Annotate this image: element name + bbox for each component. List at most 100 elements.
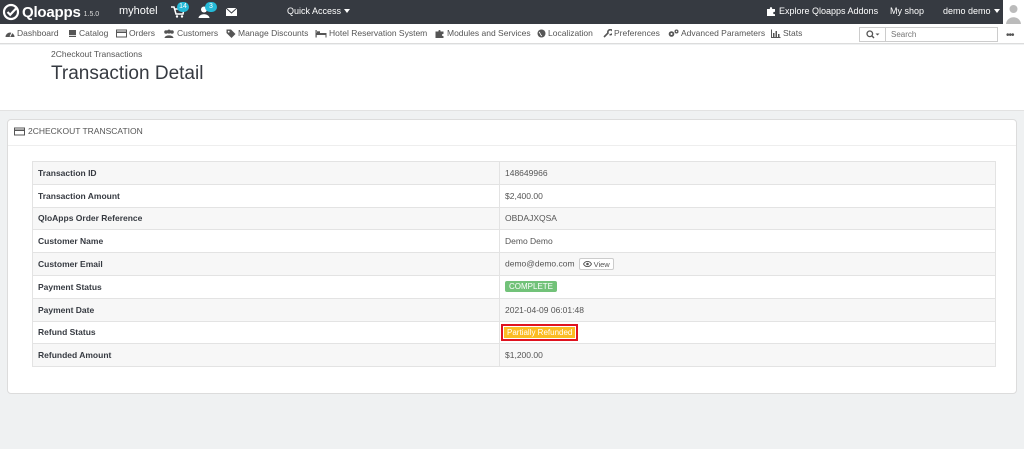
nav-item-preferences[interactable]: Preferences bbox=[603, 28, 660, 38]
quick-access-dropdown[interactable]: Quick Access bbox=[287, 6, 351, 16]
table-row: Payment Date 2021-04-09 06:01:48 bbox=[32, 297, 996, 322]
table-row: Refunded Amount $1,200.00 bbox=[32, 343, 996, 368]
row-value: $2,400.00 bbox=[499, 183, 996, 208]
panel-heading-label: 2CHECKOUT TRANSCATION bbox=[28, 126, 143, 136]
panel-divider bbox=[8, 145, 1016, 146]
envelope-icon[interactable] bbox=[225, 6, 239, 18]
refund-status-highlight: Partially Refunded bbox=[501, 323, 579, 341]
more-options-icon[interactable]: ••• bbox=[1006, 30, 1014, 41]
top-header-bar: Qloapps 1.5.0 myhotel 14 3 Quick Access … bbox=[0, 0, 1024, 24]
avatar-person-icon bbox=[1006, 5, 1021, 24]
nav-item-catalog[interactable]: Catalog bbox=[68, 28, 108, 38]
nav-item-label: Advanced Parameters bbox=[681, 28, 766, 38]
view-customer-button[interactable]: View bbox=[578, 258, 614, 271]
nav-item-label: Preferences bbox=[614, 28, 660, 38]
nav-item-label: Manage Discounts bbox=[238, 28, 309, 38]
caret-down-icon bbox=[344, 9, 351, 13]
user-menu-dropdown[interactable]: demo demo bbox=[943, 6, 1000, 16]
search-type-dropdown[interactable] bbox=[859, 27, 886, 42]
nav-item-label: Dashboard bbox=[17, 28, 59, 38]
search-bar bbox=[859, 27, 998, 42]
payment-status-badge: COMPLETE bbox=[505, 281, 558, 293]
row-label: Refund Status bbox=[32, 320, 500, 345]
nav-item-label: Hotel Reservation System bbox=[329, 28, 428, 38]
nav-item-label: Localization bbox=[548, 28, 593, 38]
caret-down-icon bbox=[993, 9, 1000, 13]
search-input[interactable] bbox=[886, 27, 998, 42]
nav-item-localization[interactable]: Localization bbox=[537, 28, 593, 38]
row-label: Refunded Amount bbox=[32, 343, 500, 368]
qloapps-logo[interactable]: Qloapps 1.5.0 bbox=[2, 3, 99, 21]
table-row: Customer Email demo@demo.com View bbox=[32, 252, 996, 276]
refund-status-badge: Partially Refunded bbox=[504, 326, 576, 338]
row-label: QloApps Order Reference bbox=[32, 206, 500, 231]
table-row: Transaction Amount $2,400.00 bbox=[32, 183, 996, 208]
main-navigation: Dashboard Catalog Orders Customers Manag… bbox=[0, 24, 1024, 44]
customer-email-value: demo@demo.com bbox=[505, 258, 575, 269]
table-row: Transaction ID 148649966 bbox=[32, 161, 996, 185]
transaction-detail-table: Transaction ID 148649966 Transaction Amo… bbox=[32, 161, 996, 368]
nav-item-label: Orders bbox=[129, 28, 155, 38]
customers-badge: 3 bbox=[205, 2, 217, 12]
row-value: Demo Demo bbox=[499, 229, 996, 254]
row-value: $1,200.00 bbox=[499, 343, 996, 368]
page-title: Transaction Detail bbox=[51, 63, 204, 84]
user-name: demo demo bbox=[943, 6, 991, 16]
row-value-email: demo@demo.com View bbox=[499, 252, 996, 276]
qloapps-logo-icon bbox=[2, 3, 20, 21]
nav-item-label: Catalog bbox=[79, 28, 109, 38]
puzzle-icon bbox=[435, 29, 444, 38]
explore-addons-link[interactable]: Explore Qloapps Addons bbox=[766, 6, 878, 16]
row-label: Customer Email bbox=[32, 252, 500, 276]
page-header: 2Checkout Transactions Transaction Detai… bbox=[0, 45, 1024, 111]
row-value: COMPLETE bbox=[499, 274, 996, 299]
my-shop-link[interactable]: My shop bbox=[890, 6, 924, 16]
nav-item-orders[interactable]: Orders bbox=[116, 28, 155, 38]
credit-card-icon bbox=[116, 29, 127, 37]
eye-icon bbox=[582, 261, 592, 268]
users-icon bbox=[164, 29, 174, 38]
nav-item-customers[interactable]: Customers bbox=[163, 28, 218, 38]
wrench-icon bbox=[603, 28, 612, 38]
row-label: Transaction ID bbox=[32, 161, 500, 185]
avatar[interactable] bbox=[1003, 0, 1024, 24]
nav-item-stats[interactable]: Stats bbox=[771, 28, 802, 38]
explore-addons-label: Explore Qloapps Addons bbox=[779, 6, 879, 16]
book-icon bbox=[69, 29, 76, 37]
breadcrumb[interactable]: 2Checkout Transactions bbox=[51, 49, 142, 59]
row-label: Payment Status bbox=[32, 274, 500, 299]
nav-item-advanced-parameters[interactable]: Advanced Parameters bbox=[668, 28, 765, 38]
row-value: 148649966 bbox=[499, 161, 996, 185]
nav-item-dashboard[interactable]: Dashboard bbox=[5, 28, 59, 38]
row-label: Payment Date bbox=[32, 297, 500, 322]
bed-icon bbox=[315, 29, 327, 37]
nav-item-hotel-reservation-system[interactable]: Hotel Reservation System bbox=[315, 28, 427, 38]
globe-icon bbox=[537, 29, 546, 37]
table-row: Payment Status COMPLETE bbox=[32, 274, 996, 299]
brand-name: Qloapps bbox=[22, 3, 81, 21]
row-label: Transaction Amount bbox=[32, 183, 500, 208]
view-button-label: View bbox=[593, 259, 610, 269]
shop-name-link[interactable]: myhotel bbox=[119, 5, 158, 17]
dashboard-icon bbox=[5, 31, 15, 37]
nav-item-label: Stats bbox=[783, 28, 803, 38]
row-value: Partially Refunded bbox=[499, 320, 996, 345]
credit-card-icon bbox=[14, 127, 25, 135]
nav-item-modules-and-services[interactable]: Modules and Services bbox=[435, 28, 531, 38]
puzzle-icon bbox=[767, 7, 775, 16]
table-row: Refund Status Partially Refunded bbox=[32, 320, 996, 345]
bar-chart-icon bbox=[771, 29, 781, 38]
cogs-icon bbox=[668, 29, 679, 37]
tag-icon bbox=[226, 29, 236, 38]
transaction-panel: 2CHECKOUT TRANSCATION Transaction ID 148… bbox=[7, 119, 1017, 394]
row-label: Customer Name bbox=[32, 229, 500, 254]
cart-badge: 14 bbox=[177, 2, 189, 12]
nav-item-manage-discounts[interactable]: Manage Discounts bbox=[226, 28, 308, 38]
version-label: 1.5.0 bbox=[83, 10, 100, 18]
search-icon bbox=[865, 30, 879, 39]
nav-item-label: Modules and Services bbox=[447, 28, 531, 38]
quick-access-label: Quick Access bbox=[287, 6, 342, 16]
panel-heading: 2CHECKOUT TRANSCATION bbox=[14, 126, 143, 136]
table-row: QloApps Order Reference OBDAJXQSA bbox=[32, 206, 996, 231]
nav-item-label: Customers bbox=[177, 28, 219, 38]
